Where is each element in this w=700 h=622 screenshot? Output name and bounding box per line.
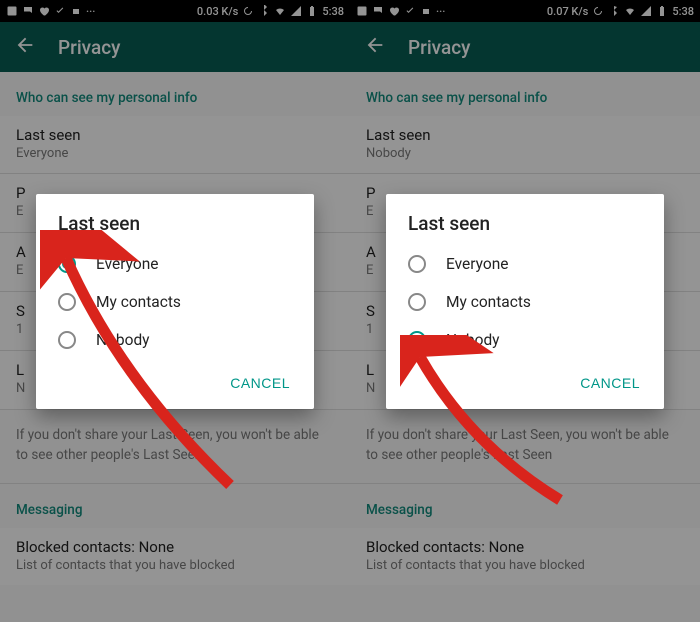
radio-icon xyxy=(408,293,426,311)
radio-option-everyone[interactable]: Everyone xyxy=(36,245,314,283)
radio-label: My contacts xyxy=(446,293,531,311)
radio-icon xyxy=(58,293,76,311)
radio-option-my-contacts[interactable]: My contacts xyxy=(36,283,314,321)
radio-label: Everyone xyxy=(446,255,508,273)
last-seen-dialog: Last seen Everyone My contacts Nobody CA… xyxy=(386,194,664,409)
cancel-button[interactable]: CANCEL xyxy=(218,367,302,399)
radio-label: Nobody xyxy=(96,331,150,349)
last-seen-dialog: Last seen Everyone My contacts Nobody CA… xyxy=(36,194,314,409)
right-screenshot: ··· 0.07 K/s 5:38 Privacy Who can see my… xyxy=(350,0,700,622)
radio-icon xyxy=(408,331,426,349)
radio-label: Everyone xyxy=(96,255,158,273)
radio-icon xyxy=(58,255,76,273)
radio-option-everyone[interactable]: Everyone xyxy=(386,245,664,283)
radio-option-my-contacts[interactable]: My contacts xyxy=(386,283,664,321)
radio-option-nobody[interactable]: Nobody xyxy=(36,321,314,359)
dialog-title: Last seen xyxy=(386,212,664,245)
dialog-title: Last seen xyxy=(36,212,314,245)
left-screenshot: ··· 0.03 K/s 5:38 Privacy Who can see my… xyxy=(0,0,350,622)
radio-label: My contacts xyxy=(96,293,181,311)
radio-icon xyxy=(58,331,76,349)
cancel-button[interactable]: CANCEL xyxy=(568,367,652,399)
radio-label: Nobody xyxy=(446,331,500,349)
radio-option-nobody[interactable]: Nobody xyxy=(386,321,664,359)
radio-icon xyxy=(408,255,426,273)
